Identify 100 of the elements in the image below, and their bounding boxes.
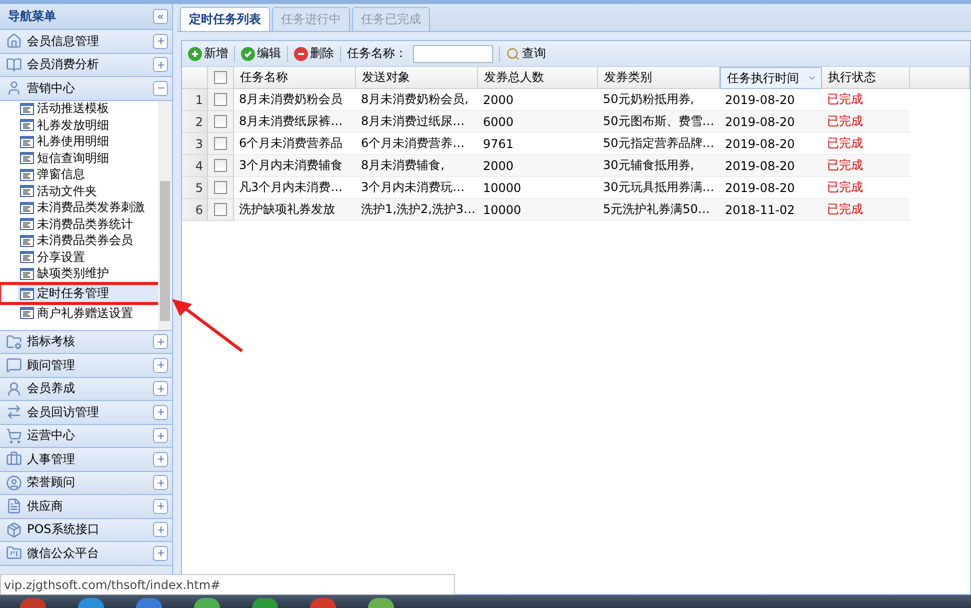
submenu-item[interactable]: 活动文件夹 [18, 183, 158, 200]
table-cell: 5元洗护礼券满50… [598, 199, 720, 221]
section-label: 指标考核 [27, 333, 76, 350]
checkbox[interactable] [214, 71, 227, 84]
expand-button[interactable] [153, 475, 168, 490]
column-header[interactable]: 发送对象 [356, 67, 478, 89]
search-field[interactable] [413, 44, 493, 62]
section-label: 微信公众平台 [27, 544, 100, 562]
menu-section[interactable]: 会员消费分析 [0, 54, 172, 77]
expand-button[interactable] [153, 498, 168, 514]
menu-section[interactable]: 微信公众平台 [0, 542, 172, 566]
taskbar-icon[interactable] [136, 598, 162, 608]
expand-button[interactable] [153, 404, 168, 420]
submenu-item[interactable]: 活动推送模板 [18, 100, 158, 117]
row-number: 5 [182, 177, 208, 199]
submenu-item[interactable]: 礼券使用明细 [18, 134, 158, 150]
menu-section[interactable]: 运营中心 [0, 424, 172, 448]
menu-section[interactable]: 会员回访管理 [0, 401, 172, 424]
checkbox[interactable] [214, 93, 227, 106]
column-header[interactable]: 任务执行时间 [720, 67, 822, 89]
cart-icon [6, 428, 22, 444]
submenu-item[interactable]: 短信查询明细 [18, 150, 158, 166]
menu-section[interactable]: 荣誉顾问 [0, 472, 172, 495]
menu-section[interactable]: 会员养成 [0, 378, 172, 401]
submenu-item[interactable]: 商户礼券赠送设置 [18, 305, 158, 322]
expand-button[interactable] [153, 546, 168, 561]
submenu-item[interactable]: 定时任务管理 [18, 285, 158, 302]
submenu-item[interactable]: 分享设置 [18, 249, 158, 266]
row-number: 6 [182, 199, 208, 221]
column-header[interactable]: 发券总人数 [478, 67, 598, 89]
submenu-item[interactable]: 未消费品类发券刺激 [18, 200, 158, 216]
expand-button[interactable] [153, 381, 168, 396]
collapse-button[interactable] [153, 80, 168, 96]
briefcase-icon [6, 451, 22, 468]
row-number: 3 [182, 133, 208, 155]
plus-icon [156, 36, 166, 46]
column-header[interactable]: 执行状态 [822, 67, 910, 89]
column-header[interactable]: 任务名称 [234, 67, 356, 89]
plus-icon [156, 60, 166, 70]
menu-section[interactable]: 顾问管理 [0, 354, 172, 378]
checkbox[interactable] [214, 159, 227, 172]
edit-button[interactable]: 编辑 [241, 45, 281, 62]
expand-button[interactable] [153, 34, 168, 49]
table-cell: 8月未消费纸尿裤… [234, 111, 356, 133]
list-icon [20, 307, 34, 320]
taskbar-icon[interactable] [368, 598, 394, 608]
submenu-item[interactable]: 缺项类别维护 [18, 266, 158, 282]
submenu-item[interactable]: 未消费品类券统计 [18, 216, 158, 232]
folder-icon [6, 545, 22, 562]
menu-section[interactable]: POS系统接口 [0, 518, 172, 542]
submenu-item[interactable]: 礼券发放明细 [18, 117, 158, 134]
scrollbar[interactable] [158, 100, 172, 330]
section-label: 供应商 [27, 498, 64, 515]
taskbar-icon[interactable] [310, 598, 336, 608]
plus-icon [156, 478, 166, 488]
list-icon [20, 268, 34, 280]
search-button[interactable]: 查询 [506, 45, 546, 62]
expand-button[interactable] [153, 57, 168, 72]
section-label: 顾问管理 [27, 356, 76, 374]
table-cell: 2019-08-20 [720, 111, 822, 133]
taskbar-icon[interactable] [20, 598, 46, 608]
expand-button[interactable] [153, 358, 168, 373]
menu-section[interactable]: 营销中心 [0, 77, 172, 100]
taskbar-icon[interactable] [78, 598, 104, 608]
delete-button[interactable]: 删除 [294, 45, 334, 62]
list-icon [20, 119, 34, 132]
search-label: 任务名称： [347, 45, 407, 62]
table-cell: 8月未消费过纸尿… [356, 111, 478, 133]
checkbox[interactable] [214, 203, 227, 216]
checkbox[interactable] [214, 137, 227, 150]
plus-icon [156, 336, 166, 347]
plus-icon [156, 384, 166, 394]
menu-section[interactable]: 指标考核 [0, 330, 172, 354]
collapse-button[interactable]: « [153, 9, 168, 24]
list-icon [20, 218, 34, 230]
table-cell: 3个月内未消费辅食 [234, 155, 356, 177]
expand-button[interactable] [153, 452, 168, 467]
section-label: 会员养成 [27, 380, 76, 398]
menu-section[interactable]: 人事管理 [0, 448, 172, 472]
checkbox[interactable] [214, 181, 227, 194]
table-cell: 30元辅食抵用券, [598, 155, 720, 177]
checkbox[interactable] [214, 115, 227, 128]
submenu-item[interactable]: 未消费品类券会员 [18, 232, 158, 249]
expand-button[interactable] [153, 522, 168, 538]
menu-section[interactable]: 供应商 [0, 495, 172, 518]
plus-icon [156, 524, 166, 535]
section-label: POS系统接口 [27, 521, 100, 538]
taskbar-icon[interactable] [194, 598, 220, 608]
column-header[interactable]: 发券类别 [598, 67, 720, 89]
expand-button[interactable] [153, 334, 168, 350]
tab[interactable]: 定时任务列表 [180, 7, 270, 31]
expand-button[interactable] [153, 428, 168, 444]
menu-section[interactable]: 会员信息管理 [0, 30, 172, 54]
section-label: 人事管理 [27, 450, 76, 468]
taskbar-icon[interactable] [252, 598, 278, 608]
folder-icon [6, 334, 22, 350]
plus-icon [156, 407, 166, 418]
list-icon [20, 251, 34, 264]
submenu-item[interactable]: 弹窗信息 [18, 166, 158, 183]
add-button[interactable]: 新增 [188, 45, 228, 62]
